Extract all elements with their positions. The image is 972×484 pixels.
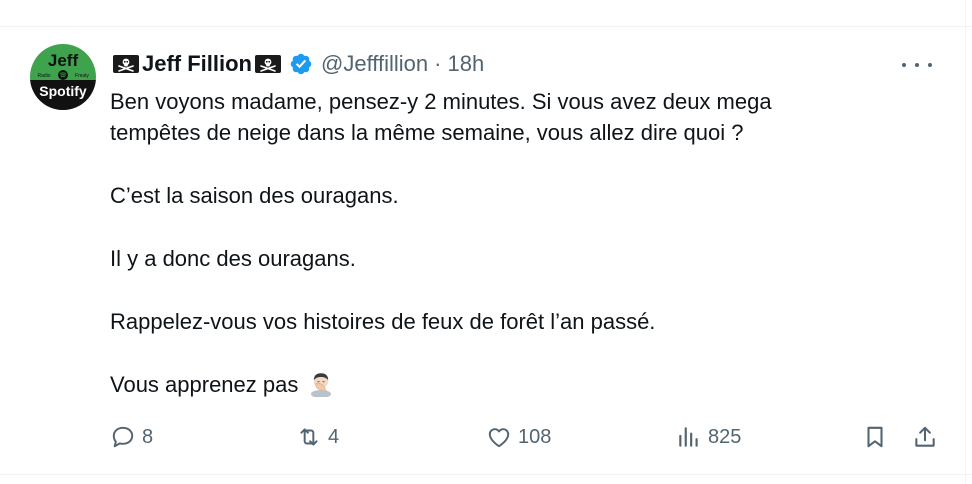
analytics-icon: [679, 427, 698, 447]
share-button[interactable]: [912, 422, 938, 452]
reply-icon: [112, 426, 134, 448]
tweet-line: Rappelez-vous vos histoires de feux de f…: [110, 309, 656, 334]
like-button[interactable]: 108: [486, 422, 551, 452]
author-handle[interactable]: @Jefffillion: [321, 51, 428, 77]
tweet-frame: Jeff Radio Fmaty Spotify Jeff Fillion @J…: [0, 0, 972, 484]
avatar-badge-right: Fmaty: [75, 73, 89, 79]
pirate-flag-icon: [113, 55, 139, 73]
avatar-bottom-text: Spotify: [39, 83, 87, 99]
avatar-image: Jeff Radio Fmaty Spotify: [30, 44, 96, 110]
views-button[interactable]: 825: [676, 422, 741, 452]
bookmark-button[interactable]: [862, 422, 888, 452]
heart-icon: [488, 428, 510, 448]
pirate-flag-icon: [255, 55, 281, 73]
display-name[interactable]: Jeff Fillion: [110, 51, 284, 77]
tweet-line: C’est la saison des ouragans.: [110, 183, 399, 208]
tweet-line: tempêtes de neige dans la même semaine, …: [110, 120, 744, 145]
like-count: 108: [518, 425, 552, 448]
tweet-line: Ben voyons madame, pensez-y 2 minutes. S…: [110, 89, 772, 114]
tweet-text: Ben voyons madame, pensez-y 2 minutes. S…: [110, 86, 890, 400]
reply-count: 8: [142, 425, 154, 448]
avatar[interactable]: Jeff Radio Fmaty Spotify: [30, 44, 96, 110]
avatar-badge-left: Radio: [37, 73, 50, 79]
retweet-button[interactable]: 4: [296, 422, 339, 452]
tweet-card[interactable]: Jeff Radio Fmaty Spotify Jeff Fillion @J…: [30, 44, 950, 464]
facepalm-emoji-icon: [310, 373, 331, 397]
bookmark-icon: [867, 426, 883, 448]
verified-badge-icon[interactable]: [289, 52, 313, 76]
separator-dot: ·: [434, 51, 442, 76]
views-count: 825: [708, 425, 742, 448]
right-divider: [965, 0, 966, 484]
avatar-top-text: Jeff: [48, 51, 79, 70]
reply-button[interactable]: 8: [110, 422, 153, 452]
tweet-timestamp[interactable]: 18h: [447, 51, 484, 77]
tweet-last-line: Vous apprenez pas: [110, 369, 890, 400]
more-options-icon[interactable]: [902, 53, 932, 77]
tweet-actions: 8 4 108 825: [110, 422, 940, 452]
tweet-header: Jeff Fillion @Jefffillion · 18h: [110, 47, 940, 81]
retweet-icon: [300, 428, 318, 446]
tweet-line: Vous apprenez pas: [110, 372, 299, 397]
top-divider: [0, 26, 972, 27]
bottom-divider: [0, 474, 972, 475]
retweet-count: 4: [328, 425, 340, 448]
share-icon: [915, 426, 935, 447]
display-name-text: Jeff Fillion: [142, 51, 252, 76]
tweet-line: Il y a donc des ouragans.: [110, 246, 356, 271]
